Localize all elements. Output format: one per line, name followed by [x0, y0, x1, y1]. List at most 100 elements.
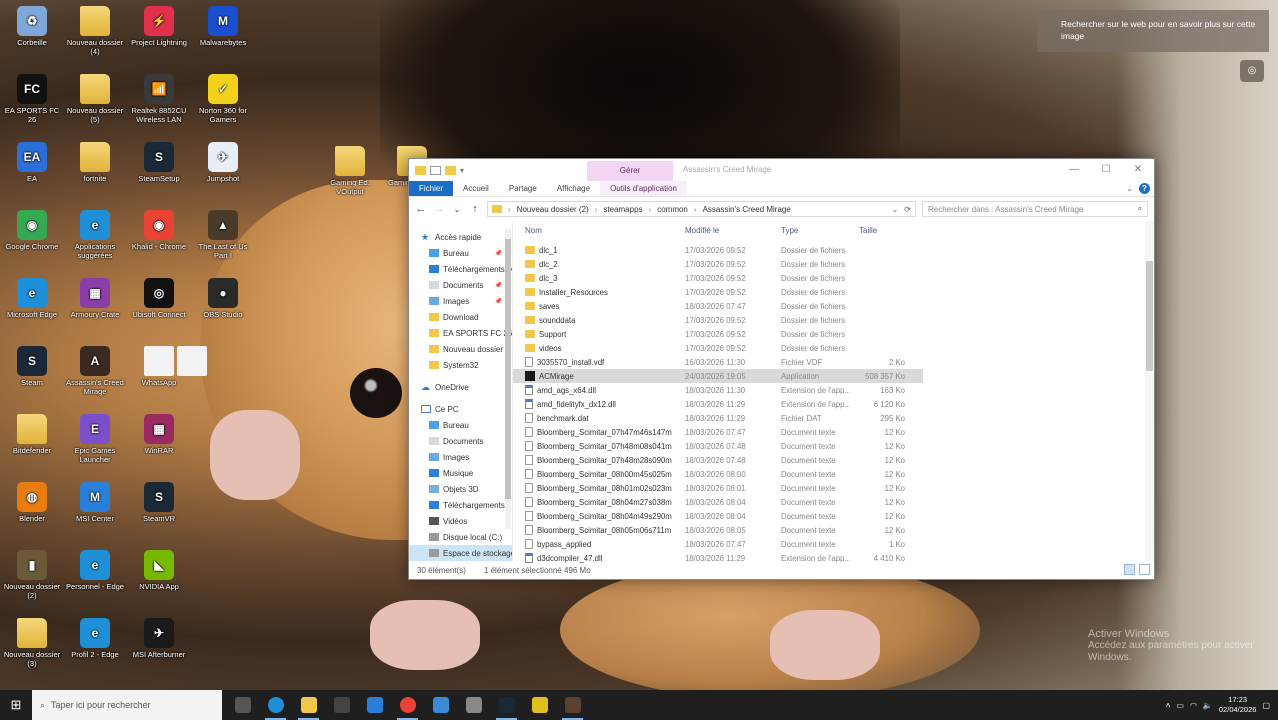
taskbar-app-button[interactable] [556, 690, 589, 720]
file-row[interactable]: dlc_2 17/03/2026 09:52 Dossier de fichiers [513, 257, 923, 271]
desktop-shortcut[interactable]: ● OBS Studio [191, 278, 255, 319]
column-header-size[interactable]: Taille [859, 226, 909, 235]
breadcrumb-item[interactable]: common [657, 205, 688, 214]
scrollbar-thumb[interactable] [505, 239, 511, 499]
chevron-down-icon[interactable]: ▾ [460, 166, 468, 175]
forward-arrow-icon[interactable]: → [433, 203, 445, 215]
nav-pc-item[interactable]: Vidéos [409, 513, 512, 529]
breadcrumb-item[interactable]: Nouveau dossier (2) [517, 205, 589, 214]
up-arrow-icon[interactable]: ↑ [469, 203, 481, 215]
nav-quick-item[interactable]: Nouveau dossier [409, 341, 512, 357]
taskbar-app-button[interactable] [457, 690, 490, 720]
close-button[interactable]: ✕ [1122, 159, 1154, 181]
desktop-shortcut[interactable]: ◉ Google Chrome [0, 210, 64, 251]
file-row[interactable]: Bloomberg_Scimitar_08h01m02s023m 18/03/20… [513, 481, 923, 495]
desktop-shortcut[interactable]: ▦ Armoury Crate [63, 278, 127, 319]
scrollbar-thumb[interactable] [1146, 261, 1153, 371]
large-icons-view-icon[interactable] [1139, 564, 1150, 575]
address-bar[interactable]: › Nouveau dossier (2) › steamapps › comm… [487, 201, 916, 217]
file-row[interactable]: Bloomberg_Scimitar_08h05m06s711m 18/03/20… [513, 523, 923, 537]
help-icon[interactable]: ? [1139, 183, 1150, 194]
taskbar-app-button[interactable] [523, 690, 556, 720]
nav-quick-item[interactable]: EA SPORTS FC 26 [409, 325, 512, 341]
file-row[interactable]: Bloomberg_Scimitar_08h04m49s290m 18/03/20… [513, 509, 923, 523]
tab-file[interactable]: Fichier [409, 181, 454, 196]
desktop-shortcut[interactable]: Bitdefender [0, 414, 64, 455]
file-row[interactable]: amd_fidelityfx_dx12.dll 18/03/2026 11:29 E… [513, 397, 923, 411]
nav-pc-item[interactable]: Musique [409, 465, 512, 481]
taskbar-app-button[interactable] [358, 690, 391, 720]
nav-pc-item[interactable]: Documents [409, 433, 512, 449]
nav-quick-item[interactable]: Téléchargements📌 [409, 261, 512, 277]
tab-home[interactable]: Accueil [453, 181, 499, 196]
file-row[interactable]: Bloomberg_Scimitar_07h47m46s147m 18/03/20… [513, 425, 923, 439]
details-view-icon[interactable] [1124, 564, 1135, 575]
nav-quick-item[interactable]: Download [409, 309, 512, 325]
nav-pc-item[interactable]: Téléchargements [409, 497, 512, 513]
desktop-shortcut[interactable]: fortnite [63, 142, 127, 183]
file-row[interactable]: amd_ags_x64.dll 18/03/2026 11:30 Extension… [513, 383, 923, 397]
start-button[interactable]: ⊞ [0, 690, 32, 720]
address-dropdown-icon[interactable]: ⌄ [892, 205, 899, 214]
nav-pc-item[interactable]: Bureau [409, 417, 512, 433]
file-row[interactable]: Bloomberg_Scimitar_08h04m27s038m 18/03/20… [513, 495, 923, 509]
file-row[interactable]: videos 17/03/2026 09:52 Dossier de fichier… [513, 341, 923, 355]
taskbar-app-button[interactable] [259, 690, 292, 720]
desktop-shortcut[interactable]: S Steam [0, 346, 64, 387]
desktop-shortcut[interactable]: e Profil 2 - Edge [63, 618, 127, 659]
desktop-shortcut[interactable]: Nouveau dossier (3) [0, 618, 64, 668]
search-input[interactable]: Rechercher dans : Assassin's Creed Mirag… [922, 201, 1148, 217]
taskbar-app-button[interactable] [391, 690, 424, 720]
desktop-shortcut[interactable]: A Assassin's Creed Mirage [63, 346, 127, 396]
desktop-shortcut[interactable]: E Epic Games Launcher [63, 414, 127, 464]
tab-share[interactable]: Partage [499, 181, 547, 196]
volume-icon[interactable]: 🔈 [1203, 701, 1213, 710]
nav-pc-item[interactable]: Espace de stockage [409, 545, 512, 561]
desktop-shortcut[interactable]: EA EA [0, 142, 64, 183]
recent-locations-icon[interactable]: ⌄ [451, 205, 463, 214]
taskbar-search-input[interactable]: ⌕ Taper ici pour rechercher [32, 690, 222, 720]
nav-quick-access[interactable]: ★ Accès rapide [409, 229, 512, 245]
desktop-shortcut[interactable]: ✈ MSI Afterburner [127, 618, 191, 659]
desktop-shortcut[interactable]: Nouveau dossier (5) [63, 74, 127, 124]
nav-scrollbar[interactable] [505, 229, 511, 529]
file-row[interactable]: Installer_Resources 17/03/2026 09:52 Dossi… [513, 285, 923, 299]
column-header-date[interactable]: Modifié le [685, 226, 781, 235]
file-row[interactable]: dlc_3 17/03/2026 09:52 Dossier de fichiers [513, 271, 923, 285]
tab-application-tools[interactable]: Outils d'application [600, 181, 687, 196]
chevron-up-icon[interactable]: ˄ [1166, 701, 1171, 710]
desktop-shortcut[interactable]: e Applications suggérées [63, 210, 127, 260]
tab-view[interactable]: Affichage [547, 181, 600, 196]
nav-quick-item[interactable]: Documents 📌 [409, 277, 512, 293]
desktop-shortcut[interactable]: ⚡ Project Lightning [127, 6, 191, 47]
file-row[interactable]: saves 18/03/2026 07:47 Dossier de fichiers [513, 299, 923, 313]
nav-quick-item[interactable]: Images 📌 [409, 293, 512, 309]
file-row[interactable]: 3035570_install.vdf 16/03/2026 11:30 Fichi… [513, 355, 923, 369]
refresh-icon[interactable]: ⟳ [904, 205, 911, 214]
desktop-shortcut[interactable]: ◎ Ubisoft Connect [127, 278, 191, 319]
file-list-scrollbar[interactable] [1145, 221, 1154, 561]
desktop-shortcut[interactable]: M MSI Center [63, 482, 127, 523]
bing-image-info[interactable]: Rechercher sur le web pour en savoir plu… [1037, 10, 1269, 52]
taskbar-app-button[interactable] [325, 690, 358, 720]
desktop-shortcut[interactable]: S SteamVR [127, 482, 191, 523]
wifi-icon[interactable]: ◠ [1190, 701, 1197, 710]
desktop-shortcut[interactable]: M Malwarebytes [191, 6, 255, 47]
minimize-button[interactable]: — [1058, 159, 1090, 181]
taskbar-app-button[interactable] [490, 690, 523, 720]
camera-icon[interactable]: ◎ [1240, 60, 1264, 82]
desktop-shortcut[interactable]: Nouveau dossier (4) [63, 6, 127, 56]
back-arrow-icon[interactable]: ← [415, 203, 427, 215]
desktop-shortcut[interactable]: e Microsoft Edge [0, 278, 64, 319]
nav-onedrive[interactable]: ☁ OneDrive [409, 379, 512, 395]
desktop-shortcut[interactable]: e Personnel - Edge [63, 550, 127, 591]
nav-quick-item[interactable]: Bureau 📌 [409, 245, 512, 261]
desktop-shortcut[interactable]: ✈ Jumpshot [191, 142, 255, 183]
file-row[interactable]: Bloomberg_Scimitar_07h48m08s041m 18/03/20… [513, 439, 923, 453]
desktop-shortcut[interactable]: FC EA SPORTS FC 26 [0, 74, 64, 124]
new-folder-icon[interactable] [445, 165, 456, 175]
nav-pc-item[interactable]: Objets 3D [409, 481, 512, 497]
file-row[interactable]: Bloomberg_Scimitar_07h48m28s090m 18/03/20… [513, 453, 923, 467]
desktop-shortcut[interactable]: S SteamSetup [127, 142, 191, 183]
desktop-shortcut[interactable]: ◣ NVIDIA App [127, 550, 191, 591]
